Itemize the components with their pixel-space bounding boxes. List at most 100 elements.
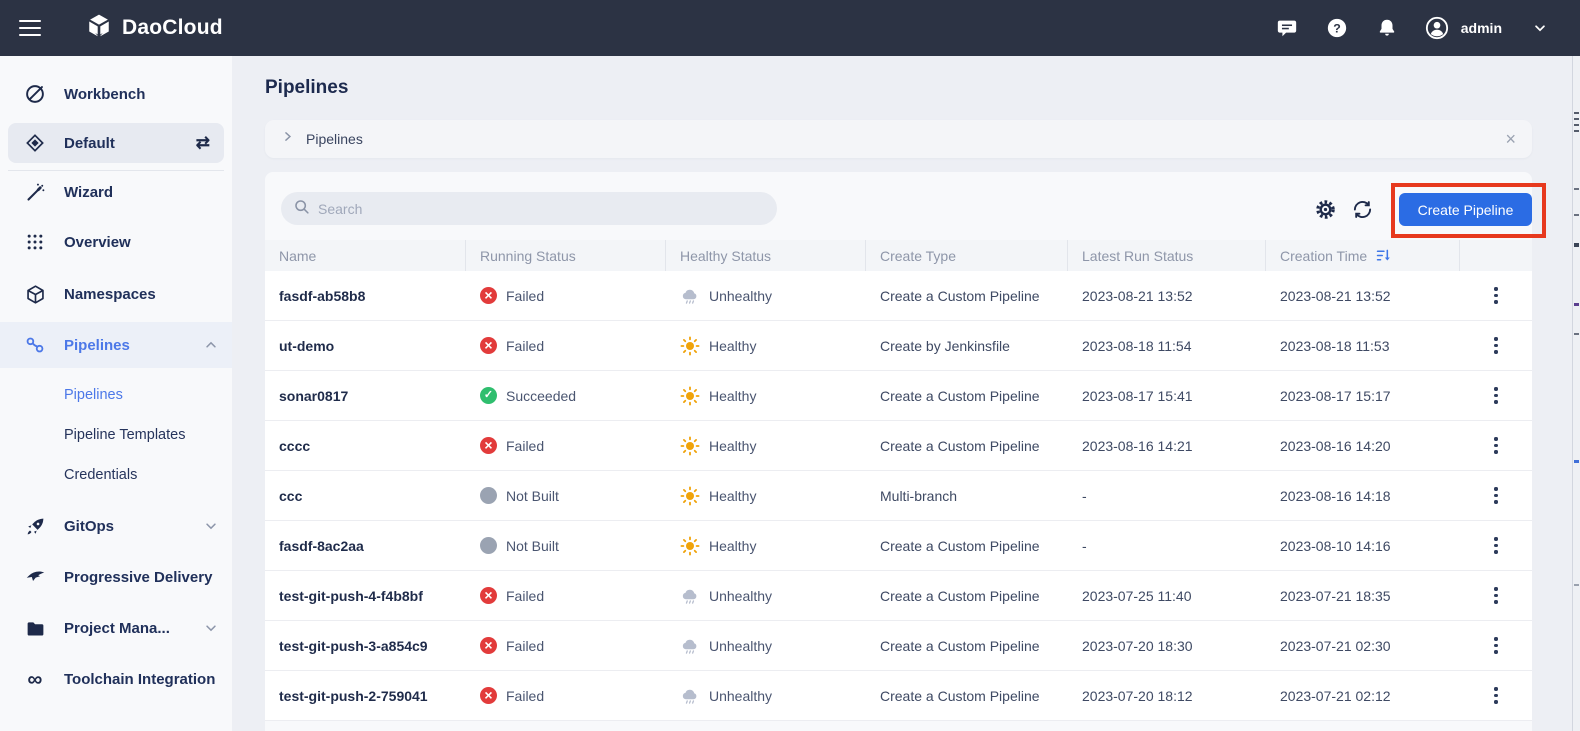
column-header-creation-time[interactable]: Creation Time — [1266, 240, 1460, 271]
rocket-icon — [24, 515, 46, 537]
sidebar-subitem-pipelines[interactable]: Pipelines — [0, 375, 232, 415]
bell-icon[interactable] — [1375, 16, 1399, 40]
sidebar-item-overview[interactable]: Overview — [0, 220, 232, 264]
sidebar-item-project-management[interactable]: Project Mana... — [0, 606, 232, 650]
search-box[interactable] — [281, 192, 777, 225]
page-title: Pipelines — [265, 77, 349, 98]
kebab-menu-icon[interactable] — [1486, 384, 1506, 408]
kebab-menu-icon[interactable] — [1486, 334, 1506, 358]
healthy-status-label: Unhealthy — [709, 287, 773, 304]
message-icon[interactable] — [1275, 16, 1299, 40]
username: admin — [1460, 20, 1502, 36]
healthy-status-cell: Unhealthy — [666, 571, 866, 620]
kebab-menu-icon[interactable] — [1486, 434, 1506, 458]
table-row[interactable]: test-git-push-3-a854c9 Failed Unhealthy … — [265, 621, 1532, 671]
scrollbar-mark — [1574, 584, 1579, 586]
chevron-down-icon[interactable] — [1528, 16, 1552, 40]
latest-run-status-cell: - — [1082, 537, 1087, 554]
breadcrumb-chevron-icon — [281, 130, 294, 148]
kebab-menu-icon[interactable] — [1486, 484, 1506, 508]
column-header-actions — [1460, 240, 1532, 271]
pipeline-name[interactable]: cccc — [265, 421, 466, 470]
running-status-icon — [480, 587, 497, 604]
column-header-healthy-status[interactable]: Healthy Status — [666, 240, 866, 271]
table-row[interactable]: ccc Not Built Healthy Multi-branch - 202… — [265, 471, 1532, 521]
sidebar-item-workbench[interactable]: Workbench — [0, 72, 232, 116]
avatar[interactable] — [1425, 16, 1449, 40]
actions-cell — [1460, 571, 1532, 620]
sidebar-item-label: Project Mana... — [64, 619, 170, 637]
sidebar-item-label: Namespaces — [64, 285, 156, 303]
scrollbar-mark — [1574, 112, 1579, 114]
gear-icon[interactable] — [1314, 198, 1336, 220]
column-header-latest-run-status[interactable]: Latest Run Status — [1068, 240, 1266, 271]
sidebar-item-default-workspace[interactable]: Default ⇄ — [8, 123, 224, 163]
kebab-menu-icon[interactable] — [1486, 284, 1506, 308]
actions-cell — [1460, 321, 1532, 370]
sidebar-item-progressive-delivery[interactable]: Progressive Delivery — [0, 555, 232, 599]
pipeline-name[interactable]: fasdf-8ac2aa — [265, 521, 466, 570]
sidebar-item-label: Pipelines — [64, 387, 123, 403]
refresh-icon[interactable] — [1351, 198, 1373, 220]
pipeline-name[interactable]: fasdf-ab58b8 — [265, 271, 466, 320]
menu-icon[interactable] — [19, 15, 41, 41]
kebab-menu-icon[interactable] — [1486, 634, 1506, 658]
table-row[interactable]: cccc Failed Healthy Create a Custom Pipe… — [265, 421, 1532, 471]
sidebar-item-label: Workbench — [64, 85, 146, 103]
running-status-cell: Not Built — [466, 471, 666, 520]
healthy-status-cell: Healthy — [666, 471, 866, 520]
pipeline-name[interactable]: ccc — [265, 471, 466, 520]
create-type-cell: Create by Jenkinsfile — [880, 337, 1010, 354]
chevron-down-icon[interactable] — [204, 519, 218, 533]
table-row[interactable]: sonar0817 Succeeded Healthy Create a Cus… — [265, 371, 1532, 421]
table-row[interactable]: test-git-push-2-759041 Failed Unhealthy … — [265, 671, 1532, 721]
table-row[interactable]: fasdf-8ac2aa Not Built Healthy Create a … — [265, 521, 1532, 571]
pipeline-name[interactable]: test-git-push-3-a854c9 — [265, 621, 466, 670]
column-header-create-type[interactable]: Create Type — [866, 240, 1068, 271]
sidebar-item-toolchain-integration[interactable]: ∞ Toolchain Integration — [0, 657, 232, 701]
sidebar-item-gitops[interactable]: GitOps — [0, 504, 232, 548]
kebab-menu-icon[interactable] — [1486, 534, 1506, 558]
running-status-label: Failed — [506, 437, 545, 454]
pipeline-name[interactable]: test-git-push-2-759041 — [265, 671, 466, 720]
chevron-down-icon[interactable] — [204, 621, 218, 635]
workspace-icon — [24, 132, 46, 154]
scrollbar[interactable] — [1572, 56, 1580, 731]
pipeline-name[interactable]: ut-demo — [265, 321, 466, 370]
healthy-status-cell: Healthy — [666, 521, 866, 570]
svg-text:?: ? — [1333, 21, 1341, 35]
creation-time-cell: 2023-07-21 02:30 — [1280, 637, 1391, 654]
pipeline-name[interactable]: sonar0817 — [265, 371, 466, 420]
running-status-cell: Failed — [466, 671, 666, 720]
sidebar-subitem-pipeline-templates[interactable]: Pipeline Templates — [0, 415, 232, 455]
switch-workspace-icon[interactable]: ⇄ — [196, 133, 210, 153]
kebab-menu-icon[interactable] — [1486, 684, 1506, 708]
chevron-up-icon[interactable] — [204, 338, 218, 352]
column-header-running-status[interactable]: Running Status — [466, 240, 666, 271]
column-header-name[interactable]: Name — [265, 240, 466, 271]
table-row[interactable]: fasdf-ab58b8 Failed Unhealthy Create a C… — [265, 271, 1532, 321]
running-status-icon — [480, 537, 497, 554]
sidebar: Workbench Default ⇄ Wizard Overview Name… — [0, 56, 232, 731]
healthy-status-cell: Healthy — [666, 421, 866, 470]
sidebar-item-namespaces[interactable]: Namespaces — [0, 272, 232, 316]
sidebar-item-wizard[interactable]: Wizard — [0, 170, 232, 214]
healthy-status-label: Healthy — [709, 537, 757, 554]
running-status-label: Not Built — [506, 487, 559, 504]
kebab-menu-icon[interactable] — [1486, 584, 1506, 608]
table-row[interactable]: test-git-push-4-f4b8bf Failed Unhealthy … — [265, 571, 1532, 621]
sort-descending-icon[interactable] — [1375, 247, 1392, 264]
close-icon[interactable]: × — [1505, 130, 1516, 148]
brand[interactable]: DaoCloud — [86, 13, 223, 44]
sidebar-item-pipelines[interactable]: Pipelines — [0, 322, 232, 368]
bird-icon — [24, 566, 46, 588]
create-pipeline-button[interactable]: Create Pipeline — [1399, 193, 1532, 226]
daocloud-logo-icon — [86, 13, 112, 44]
help-icon[interactable]: ? — [1325, 16, 1349, 40]
sidebar-subitem-credentials[interactable]: Credentials — [0, 455, 232, 495]
breadcrumb-item[interactable]: Pipelines — [306, 131, 363, 147]
search-input[interactable] — [318, 200, 765, 217]
pipeline-name[interactable]: test-git-push-4-f4b8bf — [265, 571, 466, 620]
infinity-icon: ∞ — [27, 667, 43, 691]
table-row[interactable]: ut-demo Failed Healthy Create by Jenkins… — [265, 321, 1532, 371]
